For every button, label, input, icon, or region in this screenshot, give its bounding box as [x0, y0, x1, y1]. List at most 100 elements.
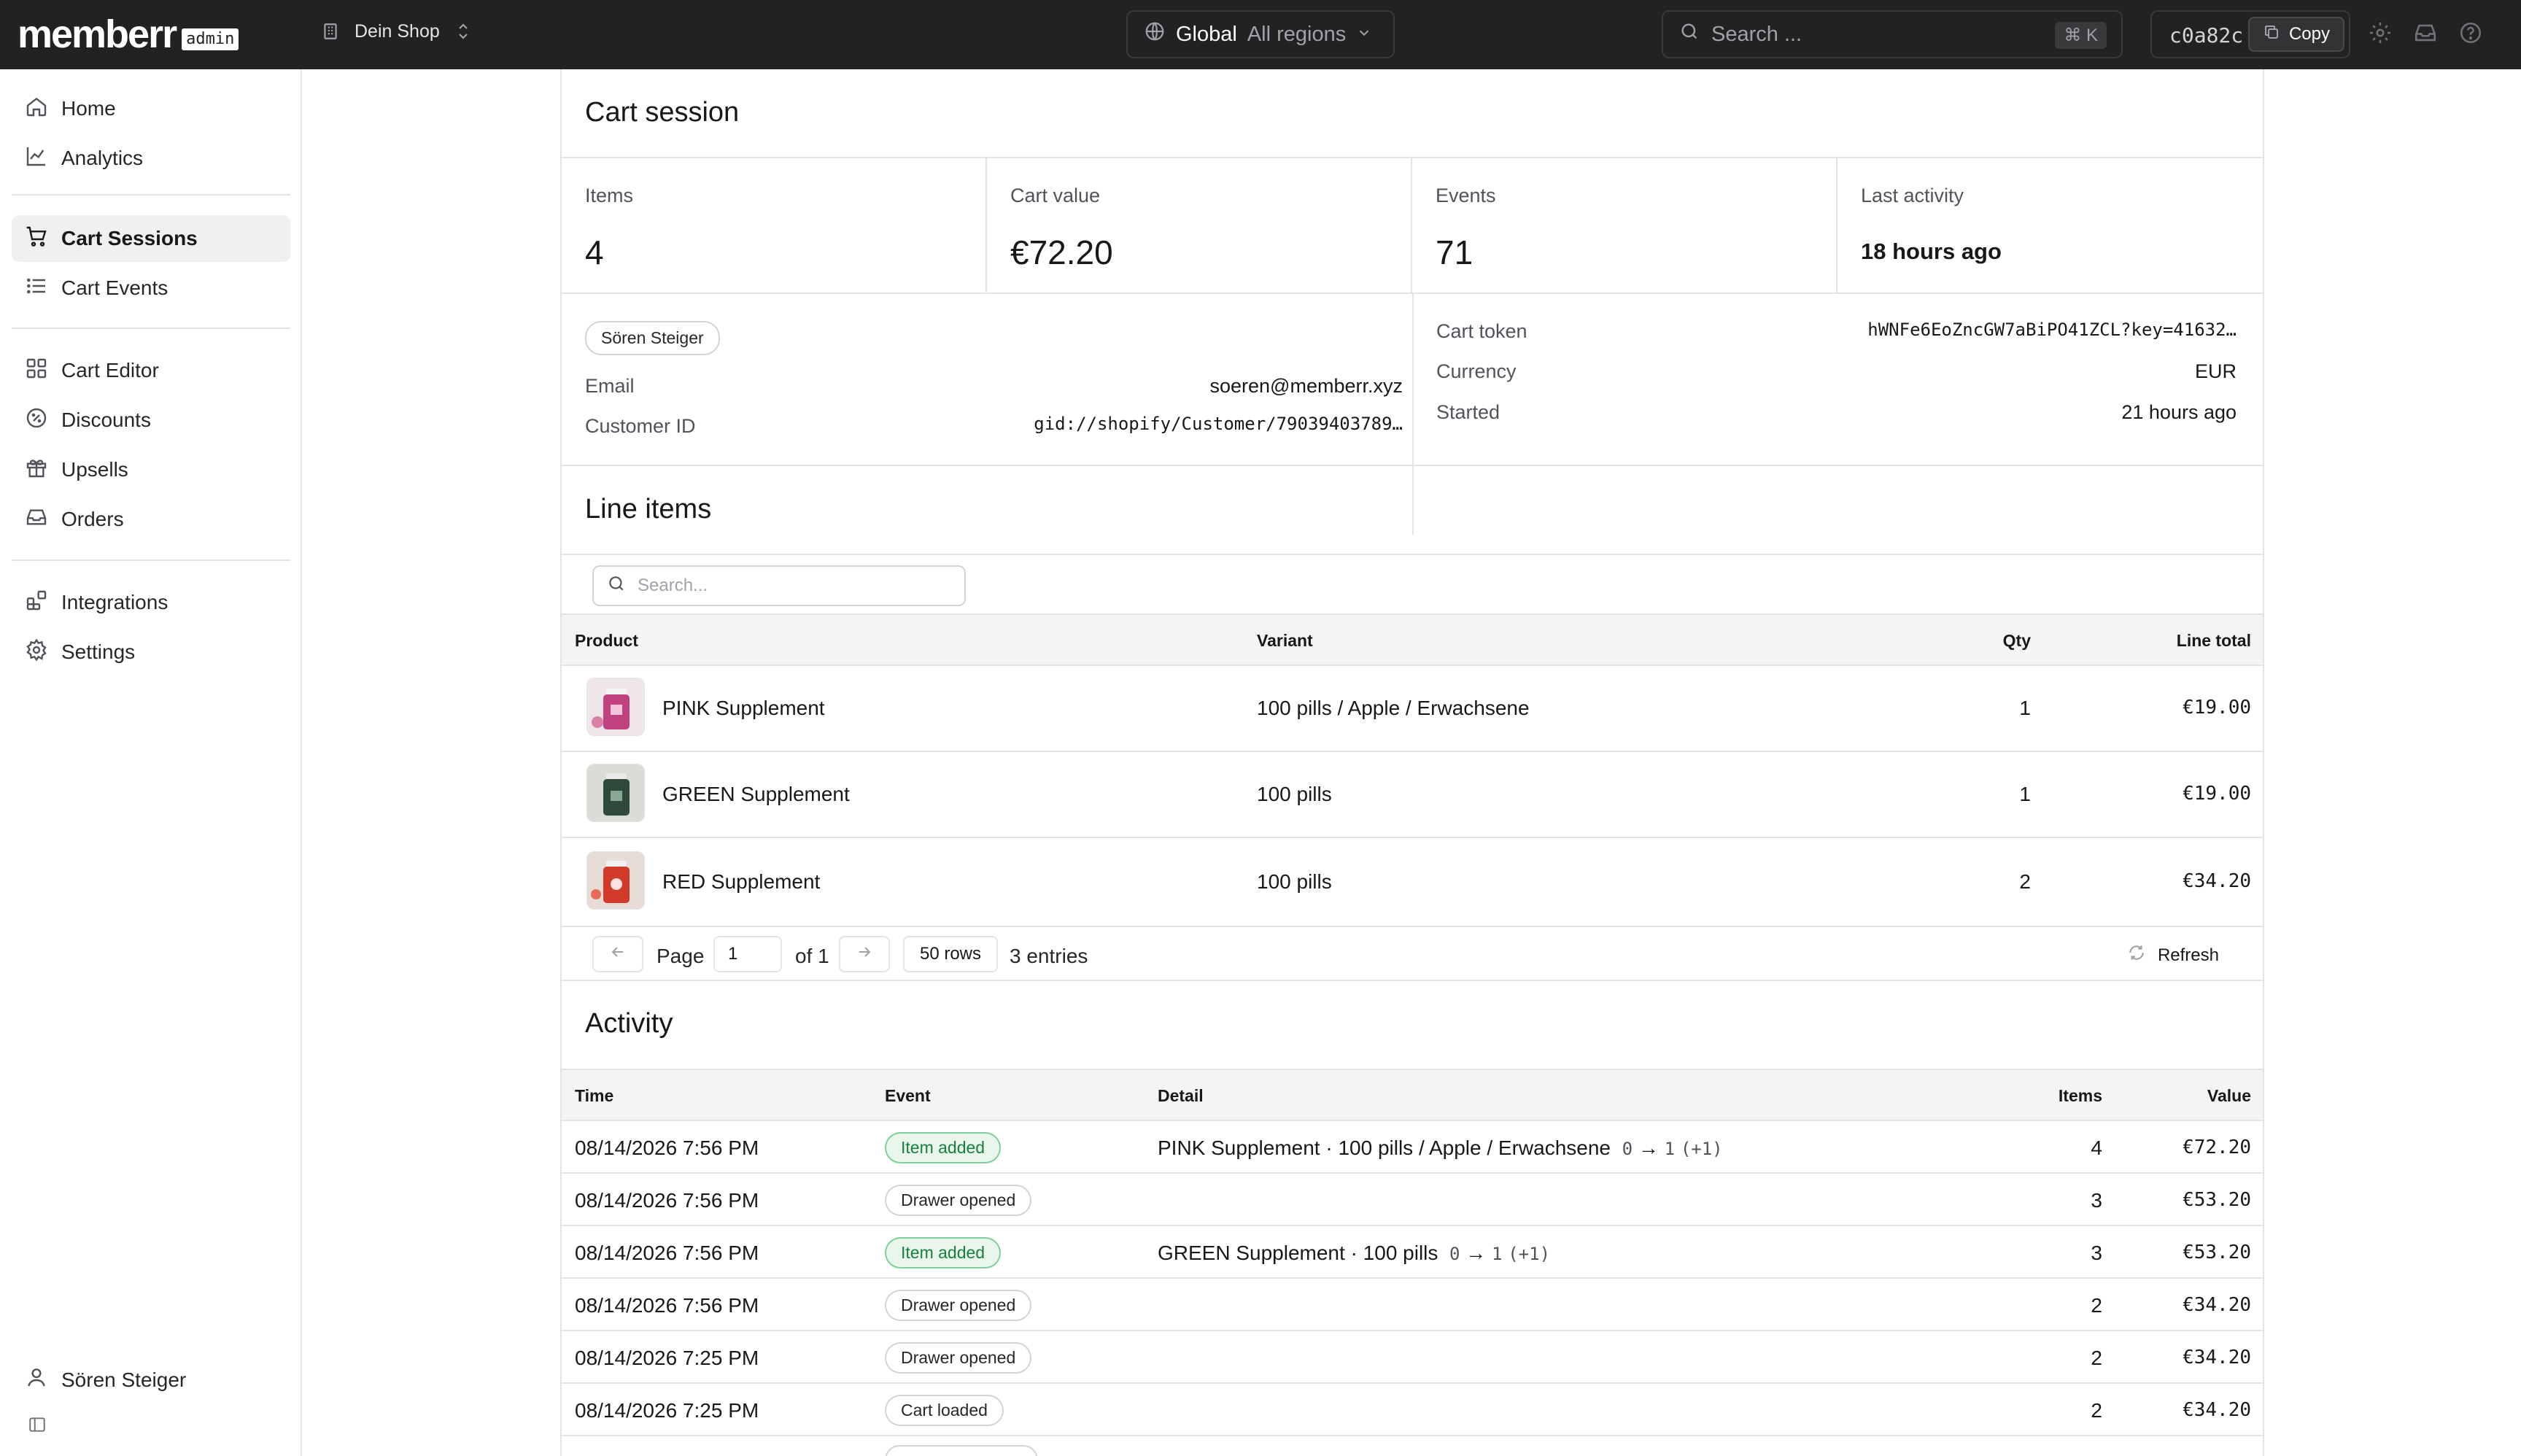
sidebar-item-discounts[interactable]: Discounts — [12, 397, 290, 444]
event-items: 2 — [2091, 1399, 2102, 1422]
event-time: 08/14/2026 7:56 PM — [575, 1136, 759, 1159]
line-items-title: Line items — [585, 494, 712, 524]
product-name[interactable]: GREEN Supplement — [662, 783, 850, 806]
event-badge: Cart loaded — [885, 1395, 1004, 1426]
customer-id-value: gid://shopify/Customer/79039403789… — [1034, 414, 1403, 434]
qty-delta: (+1) — [1508, 1244, 1551, 1264]
table-row[interactable]: 08/14/2026 7:25 PM Drawer opened 2 €34.2… — [562, 1331, 2263, 1384]
column-header-time[interactable]: Time — [575, 1086, 613, 1106]
sidebar-item-cart-sessions[interactable]: Cart Sessions — [12, 215, 290, 262]
integrations-icon — [25, 589, 48, 617]
sidebar-item-upsells[interactable]: Upsells — [12, 446, 290, 493]
sidebar-item-settings[interactable]: Settings — [12, 629, 290, 675]
cart-session-panel: Cart session Items 4 Cart value €72.20 E… — [560, 69, 2264, 1456]
variant: 100 pills — [1257, 870, 1332, 893]
table-row[interactable]: 08/14/2026 7:56 PM Drawer opened 3 €53.2… — [562, 1174, 2263, 1226]
activity-title: Activity — [585, 1008, 673, 1039]
globe-icon — [1144, 20, 1166, 48]
event-time: 08/14/2026 7:56 PM — [575, 1189, 759, 1212]
user-name: Sören Steiger — [61, 1368, 187, 1391]
cart-token-label: Cart token — [1436, 320, 1527, 342]
table-row[interactable]: 08/14/2026 7:56 PM Item added GREEN Supp… — [562, 1226, 2263, 1279]
chart-line-icon — [25, 144, 48, 173]
sidebar-item-label: Cart Editor — [61, 359, 159, 382]
sidebar-item-home[interactable]: Home — [12, 85, 290, 132]
region-selector[interactable]: Global All regions — [1126, 10, 1395, 58]
qty-to: 1 — [1491, 1244, 1503, 1264]
logo[interactable]: memberr admin — [18, 12, 239, 56]
qty: 2 — [2019, 870, 2031, 893]
table-row[interactable]: 08/14/2026 7:25 PM Cart loaded 2 €34.20 — [562, 1384, 2263, 1436]
column-header-line-total[interactable]: Line total — [2177, 631, 2251, 651]
column-header-variant[interactable]: Variant — [1257, 631, 1313, 651]
event-items: 3 — [2091, 1189, 2102, 1212]
column-divider — [1412, 293, 1414, 535]
sidebar-item-orders[interactable]: Orders — [12, 496, 290, 543]
event-badge: Drawer opened — [885, 1290, 1032, 1321]
table-row[interactable]: GREEN Supplement 100 pills 1 €19.00 — [562, 752, 2263, 838]
activity-header: Time Event Detail Items Value — [562, 1069, 2263, 1121]
sidebar-toggle-icon[interactable] — [28, 1415, 47, 1438]
stat-value: 18 hours ago — [1861, 239, 2002, 264]
started-label: Started — [1436, 401, 1500, 423]
divider — [562, 465, 2263, 466]
column-header-items[interactable]: Items — [2059, 1086, 2102, 1106]
search-placeholder: Search... — [638, 576, 708, 595]
gift-icon — [25, 456, 48, 484]
event-items: 4 — [2091, 1136, 2102, 1159]
refresh-label: Refresh — [2157, 945, 2219, 965]
column-header-product[interactable]: Product — [575, 631, 638, 651]
email-value: soeren@memberr.xyz — [1209, 375, 1403, 397]
prev-page-button[interactable] — [592, 936, 643, 972]
rows-per-page-value: 50 rows — [919, 944, 982, 964]
refresh-icon — [2127, 943, 2146, 967]
sidebar-item-integrations[interactable]: Integrations — [12, 579, 290, 626]
shop-switcher[interactable]: Dein Shop — [321, 20, 472, 42]
table-row[interactable]: PINK Supplement 100 pills / Apple / Erwa… — [562, 666, 2263, 752]
event-badge-partial — [885, 1445, 1038, 1456]
stat-value: 4 — [585, 233, 604, 271]
page-number-input[interactable]: 1 — [713, 936, 782, 972]
global-search[interactable]: Search ... ⌘ K — [1662, 10, 2123, 58]
copy-button[interactable]: Copy — [2247, 17, 2344, 52]
column-header-qty[interactable]: Qty — [2003, 631, 2031, 651]
sidebar-item-cart-events[interactable]: Cart Events — [12, 265, 290, 311]
qty-to: 1 — [1664, 1139, 1676, 1159]
rows-per-page-select[interactable]: 50 rows — [903, 936, 998, 972]
next-page-button[interactable] — [839, 936, 890, 972]
line-items-search-input[interactable]: Search... — [592, 565, 966, 606]
product-name[interactable]: RED Supplement — [662, 870, 820, 894]
product-name[interactable]: PINK Supplement — [662, 697, 825, 720]
sidebar-divider — [12, 559, 290, 561]
sidebar-item-analytics[interactable]: Analytics — [12, 135, 290, 182]
event-detail-text: PINK Supplement · 100 pills / Apple / Er… — [1158, 1136, 1611, 1159]
column-header-event[interactable]: Event — [885, 1086, 931, 1106]
event-detail: PINK Supplement · 100 pills / Apple / Er… — [1158, 1136, 1723, 1160]
sidebar-item-label: Integrations — [61, 591, 169, 613]
inbox-icon[interactable] — [2413, 20, 2438, 49]
column-header-detail[interactable]: Detail — [1158, 1086, 1204, 1106]
event-badge: Item added — [885, 1132, 1002, 1163]
table-row[interactable]: RED Supplement 100 pills 2 €34.20 — [562, 838, 2263, 927]
line-total: €19.00 — [2183, 697, 2251, 719]
event-value: €72.20 — [2183, 1136, 2251, 1158]
help-icon[interactable] — [2458, 20, 2483, 49]
arrow-right-icon — [856, 943, 873, 966]
event-items: 3 — [2091, 1242, 2102, 1264]
event-badge: Drawer opened — [885, 1185, 1032, 1216]
table-row[interactable]: 08/14/2026 7:56 PM Item added PINK Suppl… — [562, 1121, 2263, 1174]
variant: 100 pills / Apple / Erwachsene — [1257, 697, 1530, 719]
sidebar-item-label: Discounts — [61, 408, 151, 431]
settings-gear-icon[interactable] — [2368, 20, 2393, 49]
customer-chip[interactable]: Sören Steiger — [585, 321, 720, 355]
sidebar-item-cart-editor[interactable]: Cart Editor — [12, 347, 290, 394]
discount-icon — [25, 406, 48, 435]
refresh-button[interactable]: Refresh — [2127, 943, 2219, 967]
table-row[interactable]: 08/14/2026 7:56 PM Drawer opened 2 €34.2… — [562, 1279, 2263, 1331]
column-header-value[interactable]: Value — [2207, 1086, 2251, 1106]
sidebar-item-label: Cart Sessions — [61, 227, 198, 249]
sidebar-item-label: Home — [61, 97, 116, 120]
logo-wordmark: memberr — [18, 12, 177, 56]
stat-last-activity: Last activity 18 hours ago — [1837, 158, 2263, 293]
user-menu[interactable]: Sören Steiger — [25, 1366, 186, 1394]
